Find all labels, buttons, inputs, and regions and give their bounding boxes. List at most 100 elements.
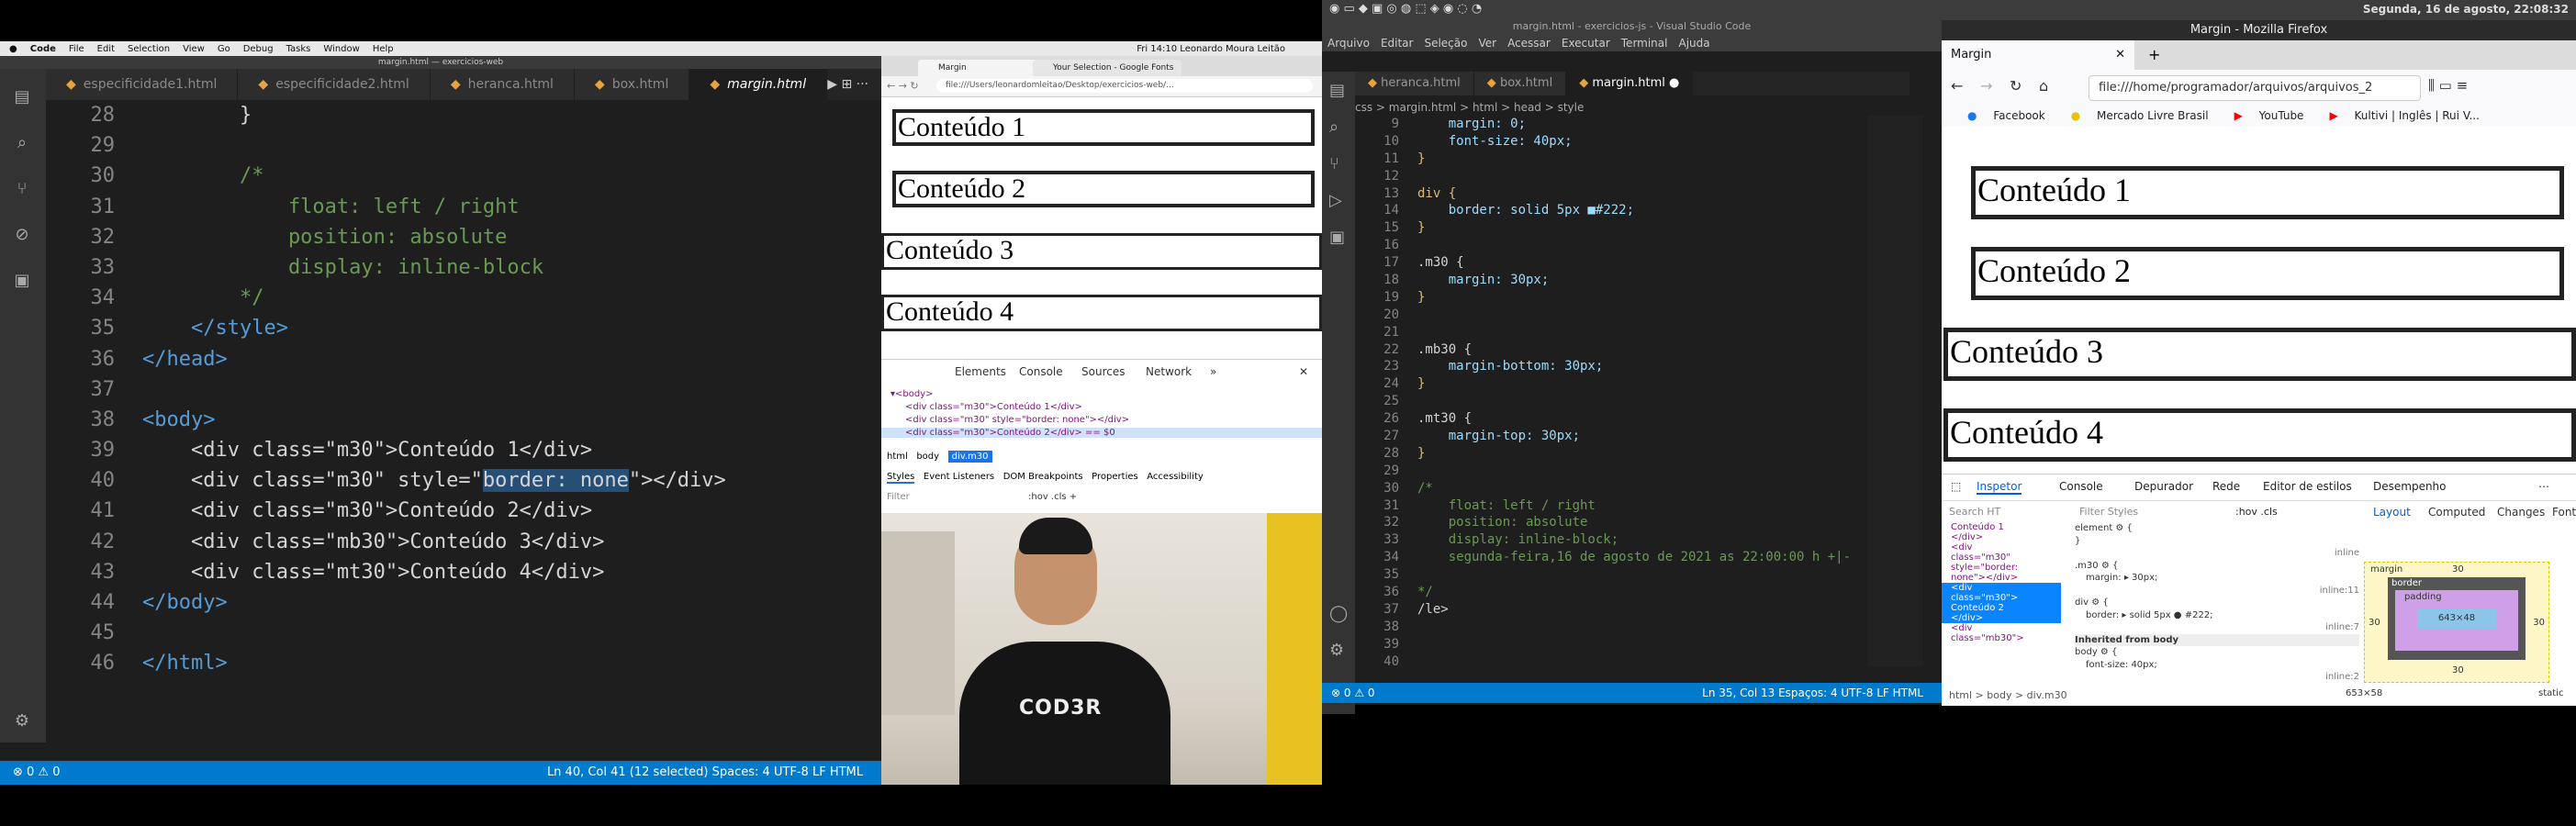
close-icon[interactable]: ✕ [1299,365,1308,378]
code-line[interactable]: 34 segunda-feira,16 de agosto de 2021 as… [1355,549,1906,566]
explorer-icon[interactable]: ▤ [1329,81,1345,100]
firefox-url[interactable]: file:///home/programador/arquivos/arquiv… [2089,75,2421,101]
menu-selection[interactable]: Selection [128,44,170,54]
code-line[interactable]: 9 margin: 0; [1355,116,1906,133]
menu-ajuda[interactable]: Ajuda [1678,33,1709,51]
code-line[interactable]: 34 */ [46,283,881,313]
minimap[interactable] [1868,116,1923,666]
bookmark-facebook[interactable]: ● Facebook [1954,109,2045,122]
code-line[interactable]: 19} [1355,289,1906,307]
layout-tab-computed[interactable]: Computed [2428,506,2485,519]
dt-tab-console[interactable]: Console [2059,480,2103,493]
problems-indicator[interactable]: ⊗ 0 ⚠ 0 [13,761,61,785]
dt-breadcrumb[interactable]: html > body > div.m30 [1949,689,2067,701]
bookmark-mercadolivre[interactable]: ● Mercado Livre Brasil [2058,109,2209,122]
code-line[interactable]: 40 <div class="m30" style="border: none"… [46,465,881,496]
dom-node[interactable]: none"></div> [1942,573,2061,583]
code-line[interactable]: 45 [46,618,881,648]
dt-tab-editor[interactable]: Editor de estilos [2263,480,2352,493]
css-rule-line[interactable]: inline:11 [2075,585,2359,597]
explorer-icon[interactable]: ▤ [11,87,33,109]
forward-icon[interactable]: → [1980,77,1992,95]
code-line[interactable]: 36 */ [1355,584,1906,601]
firefox-tab-margin[interactable]: Margin ✕ [1942,40,2134,70]
menu-file[interactable]: File [69,44,84,54]
menu-window[interactable]: Window [323,44,359,54]
dom-node[interactable]: </div> [1942,613,2061,623]
gear-icon[interactable]: ⚙ [1329,641,1344,660]
app-launcher-icons[interactable]: ◉ ▭ ◆ ▣ ◎ ◍ ⬚ ◈ ◉ ◌ ◔ [1329,2,1482,16]
code-line[interactable]: 16 [1355,237,1906,254]
code-line[interactable]: 27 margin-top: 30px; [1355,428,1906,445]
dt-tab-more[interactable]: » [1210,365,1216,378]
apple-icon[interactable]: ● [9,44,17,54]
dom-node[interactable]: </div> [1942,532,2061,542]
tab-heranca[interactable]: ◆ heranca.html [430,69,575,100]
css-rule-line[interactable]: .m30 ⚙ { [2075,560,2359,573]
code-line[interactable]: 32 position: absolute [46,222,881,252]
home-icon[interactable]: ⌂ [2039,77,2048,95]
code-line[interactable]: 37 [46,374,881,405]
code-line[interactable]: 26 .mt30 { [1355,410,1906,428]
dom-node[interactable]: class="m30"> [1942,593,2061,603]
menu-selecao[interactable]: Seleção [1424,33,1467,51]
code-line[interactable]: 15} [1355,219,1906,237]
new-tab-icon[interactable]: + [2148,46,2160,63]
code-line[interactable]: 28 } [46,100,881,130]
layout-tab-fonts[interactable]: Fonts [2552,506,2576,519]
boxmodel-border[interactable]: border padding 643×48 [2388,577,2526,660]
tab-box[interactable]: ◆ box.html [1473,72,1567,95]
breadcrumb[interactable]: css > margin.html > html > head > style [1355,97,1910,117]
layout-tab-layout[interactable]: Layout [2373,506,2411,519]
css-rule-line[interactable]: inline:7 [2075,621,2359,634]
dom-line[interactable]: <div class="m30" style="border: none"></… [905,415,1129,425]
code-line[interactable]: 21 [1355,324,1906,341]
code-line[interactable]: 24} [1355,375,1906,393]
code-line[interactable]: 36 </head> [46,344,881,374]
menu-code[interactable]: Code [30,44,56,54]
css-rule-line[interactable]: } [2075,535,2359,548]
css-rule-line[interactable]: element ⚙ { [2075,522,2359,535]
dom-node[interactable]: style="border: [1942,563,2061,573]
search-icon[interactable]: ⌕ [1329,117,1338,137]
code-line[interactable]: 39 [1355,636,1906,653]
tab-box[interactable]: ◆ box.html [574,69,690,100]
code-line[interactable]: 13 div { [1355,185,1906,203]
code-line[interactable]: 10 font-size: 40px; [1355,133,1906,151]
css-rule-line[interactable]: inline:2 [2075,671,2359,684]
dom-tree[interactable]: Conteúdo 1 </div> <div class="m30" style="bo… [1942,522,2061,687]
code-line[interactable]: 44 </body> [46,587,881,618]
bookmark-kultivi[interactable]: ▶ Kultivi | Inglês | Rui V... [2316,109,2479,122]
filter-styles[interactable]: Filter Styles [2079,506,2138,518]
code-line[interactable]: 28} [1355,445,1906,463]
layout-tab-changes[interactable]: Changes [2497,506,2545,519]
css-rule-line[interactable]: Inherited from body [2075,633,2359,646]
code-line[interactable]: 46 </html> [46,648,881,678]
code-line[interactable]: 30 /* [46,161,881,191]
code-line[interactable]: 20 [1355,307,1906,324]
css-rule-line[interactable]: margin: ▸ 30px; [2075,572,2359,585]
code-line[interactable]: 23 margin-bottom: 30px; [1355,358,1906,375]
reload-icon[interactable]: ↻ [2010,77,2022,95]
menu-arquivo[interactable]: Arquivo [1327,33,1370,51]
dt-tab-elements[interactable]: Elements [955,365,1006,378]
search-html[interactable]: Search HT [1949,506,2000,518]
menu-terminal[interactable]: Terminal [1621,33,1668,51]
code-line[interactable]: 37/le> [1355,601,1906,619]
code-line[interactable]: 38 [1355,619,1906,636]
source-control-icon[interactable]: ⑂ [11,179,33,201]
search-icon[interactable]: ⌕ [11,133,33,155]
code-line[interactable]: 29 [1355,463,1906,480]
menu-go[interactable]: Go [218,44,230,54]
account-icon[interactable]: ◯ [1329,604,1348,623]
gear-icon[interactable]: ⚙ [11,711,33,733]
menu-ver[interactable]: Ver [1478,33,1496,51]
dom-node[interactable]: class="mb30"> [1942,633,2061,643]
bookmark-youtube[interactable]: ▶ YouTube [2222,109,2304,122]
code-line[interactable]: 17 .m30 { [1355,254,1906,272]
code-line[interactable]: 40 [1355,653,1906,671]
tab-margin[interactable]: ◆ margin.html ● [1566,72,1694,95]
menu-edit[interactable]: Edit [97,44,115,54]
tab-margin[interactable]: ◆ margin.html [689,69,828,100]
more-icon[interactable]: ⋯ [2538,480,2549,493]
